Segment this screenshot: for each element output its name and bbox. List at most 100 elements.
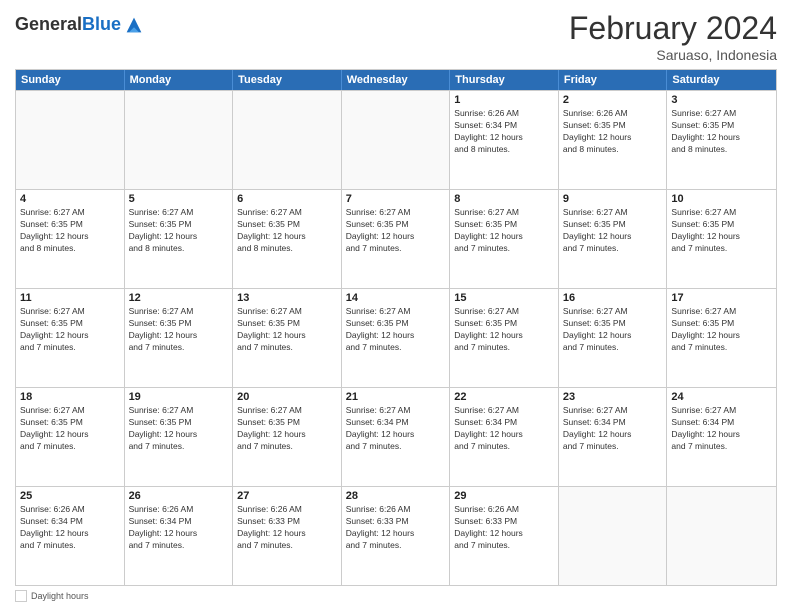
day-number: 1 xyxy=(454,94,554,106)
day-number: 27 xyxy=(237,490,337,502)
calendar-row-0: 1 Sunrise: 6:26 AM Sunset: 6:34 PM Daylig… xyxy=(16,90,776,189)
cal-cell-0-6: 3 Sunrise: 6:27 AM Sunset: 6:35 PM Daylig… xyxy=(667,91,776,189)
day-info: Sunrise: 6:26 AM Sunset: 6:33 PM Dayligh… xyxy=(454,504,554,552)
day-info: Sunrise: 6:27 AM Sunset: 6:35 PM Dayligh… xyxy=(563,306,663,354)
calendar-row-2: 11 Sunrise: 6:27 AM Sunset: 6:35 PM Dayli… xyxy=(16,288,776,387)
day-info: Sunrise: 6:27 AM Sunset: 6:34 PM Dayligh… xyxy=(563,405,663,453)
cal-cell-0-1 xyxy=(125,91,234,189)
daylight-label: Daylight hours xyxy=(31,591,89,601)
day-info: Sunrise: 6:27 AM Sunset: 6:35 PM Dayligh… xyxy=(237,207,337,255)
day-info: Sunrise: 6:27 AM Sunset: 6:35 PM Dayligh… xyxy=(454,207,554,255)
day-number: 15 xyxy=(454,292,554,304)
day-number: 29 xyxy=(454,490,554,502)
day-number: 10 xyxy=(671,193,772,205)
day-info: Sunrise: 6:27 AM Sunset: 6:35 PM Dayligh… xyxy=(237,405,337,453)
footer-daylight: Daylight hours xyxy=(15,590,89,602)
cal-cell-3-6: 24Sunrise: 6:27 AM Sunset: 6:34 PM Dayli… xyxy=(667,388,776,486)
day-number: 20 xyxy=(237,391,337,403)
day-info: Sunrise: 6:27 AM Sunset: 6:35 PM Dayligh… xyxy=(671,306,772,354)
cal-cell-0-0 xyxy=(16,91,125,189)
day-info: Sunrise: 6:27 AM Sunset: 6:35 PM Dayligh… xyxy=(563,207,663,255)
cal-cell-1-4: 8 Sunrise: 6:27 AM Sunset: 6:35 PM Daylig… xyxy=(450,190,559,288)
calendar-row-3: 18 Sunrise: 6:27 AM Sunset: 6:35 PM Dayli… xyxy=(16,387,776,486)
cal-cell-4-4: 29 Sunrise: 6:26 AM Sunset: 6:33 PM Dayli… xyxy=(450,487,559,585)
day-info: Sunrise: 6:27 AM Sunset: 6:34 PM Dayligh… xyxy=(454,405,554,453)
calendar-body: 1 Sunrise: 6:26 AM Sunset: 6:34 PM Daylig… xyxy=(16,90,776,585)
cal-cell-1-5: 9 Sunrise: 6:27 AM Sunset: 6:35 PM Daylig… xyxy=(559,190,668,288)
footer: Daylight hours xyxy=(15,590,777,602)
day-number: 18 xyxy=(20,391,120,403)
calendar: SundayMondayTuesdayWednesdayThursdayFrid… xyxy=(15,69,777,586)
cal-cell-3-0: 18 Sunrise: 6:27 AM Sunset: 6:35 PM Dayli… xyxy=(16,388,125,486)
month-title: February 2024 xyxy=(569,10,777,47)
cal-cell-3-3: 21Sunrise: 6:27 AM Sunset: 6:34 PM Dayli… xyxy=(342,388,451,486)
day-info: Sunrise: 6:27 AM Sunset: 6:35 PM Dayligh… xyxy=(671,207,772,255)
day-info: Sunrise: 6:27 AM Sunset: 6:35 PM Dayligh… xyxy=(20,405,120,453)
logo-blue: Blue xyxy=(82,14,121,34)
subtitle: Saruaso, Indonesia xyxy=(569,47,777,63)
day-number: 2 xyxy=(563,94,663,106)
header-day-thursday: Thursday xyxy=(450,70,559,90)
cal-cell-4-0: 25Sunrise: 6:26 AM Sunset: 6:34 PM Dayli… xyxy=(16,487,125,585)
day-number: 25 xyxy=(20,490,120,502)
cal-cell-0-2 xyxy=(233,91,342,189)
cal-cell-1-6: 10 Sunrise: 6:27 AM Sunset: 6:35 PM Dayli… xyxy=(667,190,776,288)
day-number: 28 xyxy=(346,490,446,502)
day-number: 17 xyxy=(671,292,772,304)
day-info: Sunrise: 6:27 AM Sunset: 6:35 PM Dayligh… xyxy=(671,108,772,156)
day-number: 11 xyxy=(20,292,120,304)
day-info: Sunrise: 6:27 AM Sunset: 6:35 PM Dayligh… xyxy=(454,306,554,354)
day-info: Sunrise: 6:27 AM Sunset: 6:35 PM Dayligh… xyxy=(346,306,446,354)
page: GeneralBlue February 2024 Saruaso, Indon… xyxy=(0,0,792,612)
calendar-row-4: 25 Sunrise: 6:26 AM Sunset: 6:34 PM Dayli… xyxy=(16,486,776,585)
cal-cell-4-6 xyxy=(667,487,776,585)
cal-cell-0-3 xyxy=(342,91,451,189)
day-number: 19 xyxy=(129,391,229,403)
day-info: Sunrise: 6:26 AM Sunset: 6:34 PM Dayligh… xyxy=(129,504,229,552)
day-number: 12 xyxy=(129,292,229,304)
cal-cell-2-0: 11 Sunrise: 6:27 AM Sunset: 6:35 PM Dayli… xyxy=(16,289,125,387)
day-number: 9 xyxy=(563,193,663,205)
header-day-wednesday: Wednesday xyxy=(342,70,451,90)
cal-cell-2-6: 17 Sunrise: 6:27 AM Sunset: 6:35 PM Dayli… xyxy=(667,289,776,387)
cal-cell-4-1: 26 Sunrise: 6:26 AM Sunset: 6:34 PM Dayli… xyxy=(125,487,234,585)
day-number: 5 xyxy=(129,193,229,205)
day-info: Sunrise: 6:26 AM Sunset: 6:33 PM Dayligh… xyxy=(237,504,337,552)
day-number: 14 xyxy=(346,292,446,304)
day-number: 3 xyxy=(671,94,772,106)
day-info: Sunrise: 6:27 AM Sunset: 6:35 PM Dayligh… xyxy=(346,207,446,255)
cal-cell-3-2: 20 Sunrise: 6:27 AM Sunset: 6:35 PM Dayli… xyxy=(233,388,342,486)
day-number: 24 xyxy=(671,391,772,403)
header-day-tuesday: Tuesday xyxy=(233,70,342,90)
cal-cell-3-4: 22Sunrise: 6:27 AM Sunset: 6:34 PM Dayli… xyxy=(450,388,559,486)
day-number: 16 xyxy=(563,292,663,304)
header-day-monday: Monday xyxy=(125,70,234,90)
day-number: 4 xyxy=(20,193,120,205)
day-info: Sunrise: 6:26 AM Sunset: 6:35 PM Dayligh… xyxy=(563,108,663,156)
daylight-color-box xyxy=(15,590,27,602)
calendar-row-1: 4 Sunrise: 6:27 AM Sunset: 6:35 PM Daylig… xyxy=(16,189,776,288)
cal-cell-4-5 xyxy=(559,487,668,585)
day-number: 6 xyxy=(237,193,337,205)
cal-cell-2-4: 15 Sunrise: 6:27 AM Sunset: 6:35 PM Dayli… xyxy=(450,289,559,387)
cal-cell-0-5: 2 Sunrise: 6:26 AM Sunset: 6:35 PM Daylig… xyxy=(559,91,668,189)
day-number: 26 xyxy=(129,490,229,502)
day-info: Sunrise: 6:27 AM Sunset: 6:35 PM Dayligh… xyxy=(129,306,229,354)
day-number: 8 xyxy=(454,193,554,205)
header-day-saturday: Saturday xyxy=(667,70,776,90)
cal-cell-4-2: 27 Sunrise: 6:26 AM Sunset: 6:33 PM Dayli… xyxy=(233,487,342,585)
day-info: Sunrise: 6:27 AM Sunset: 6:35 PM Dayligh… xyxy=(129,405,229,453)
day-info: Sunrise: 6:27 AM Sunset: 6:35 PM Dayligh… xyxy=(20,207,120,255)
day-info: Sunrise: 6:27 AM Sunset: 6:35 PM Dayligh… xyxy=(129,207,229,255)
calendar-header: SundayMondayTuesdayWednesdayThursdayFrid… xyxy=(16,70,776,90)
cal-cell-2-3: 14 Sunrise: 6:27 AM Sunset: 6:35 PM Dayli… xyxy=(342,289,451,387)
cal-cell-1-3: 7Sunrise: 6:27 AM Sunset: 6:35 PM Daylig… xyxy=(342,190,451,288)
logo-text: GeneralBlue xyxy=(15,15,121,35)
cal-cell-2-1: 12 Sunrise: 6:27 AM Sunset: 6:35 PM Dayli… xyxy=(125,289,234,387)
logo: GeneralBlue xyxy=(15,14,145,36)
day-info: Sunrise: 6:26 AM Sunset: 6:34 PM Dayligh… xyxy=(454,108,554,156)
header: GeneralBlue February 2024 Saruaso, Indon… xyxy=(15,10,777,63)
cal-cell-2-5: 16 Sunrise: 6:27 AM Sunset: 6:35 PM Dayli… xyxy=(559,289,668,387)
title-block: February 2024 Saruaso, Indonesia xyxy=(569,10,777,63)
day-info: Sunrise: 6:27 AM Sunset: 6:35 PM Dayligh… xyxy=(20,306,120,354)
